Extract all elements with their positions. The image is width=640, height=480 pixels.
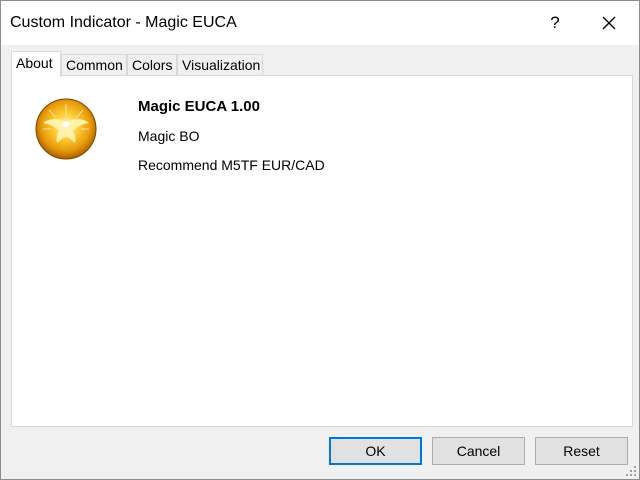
custom-indicator-dialog: Custom Indicator - Magic EUCA ? About Co…: [0, 0, 640, 480]
window-title: Custom Indicator - Magic EUCA: [10, 14, 237, 31]
reset-button[interactable]: Reset: [535, 437, 628, 465]
indicator-name: Magic EUCA 1.00: [138, 98, 260, 115]
about-panel: Magic EUCA 1.00 Magic BO Recommend M5TF …: [11, 75, 633, 427]
ok-button[interactable]: OK: [329, 437, 422, 465]
tab-common[interactable]: Common: [61, 54, 127, 76]
close-icon: [602, 16, 616, 30]
resize-grip-icon[interactable]: [625, 465, 637, 477]
title-bar: Custom Indicator - Magic EUCA ?: [1, 1, 639, 45]
cancel-button[interactable]: Cancel: [432, 437, 525, 465]
close-button[interactable]: [586, 1, 632, 45]
indicator-author: Magic BO: [138, 128, 200, 144]
tab-about[interactable]: About: [11, 51, 61, 77]
help-button[interactable]: ?: [532, 1, 578, 45]
golden-eagle-logo: [35, 98, 97, 160]
tab-colors[interactable]: Colors: [127, 54, 177, 76]
question-mark-icon: ?: [550, 13, 560, 32]
indicator-description: Recommend M5TF EUR/CAD: [138, 157, 325, 173]
tab-visualization[interactable]: Visualization: [177, 54, 263, 76]
